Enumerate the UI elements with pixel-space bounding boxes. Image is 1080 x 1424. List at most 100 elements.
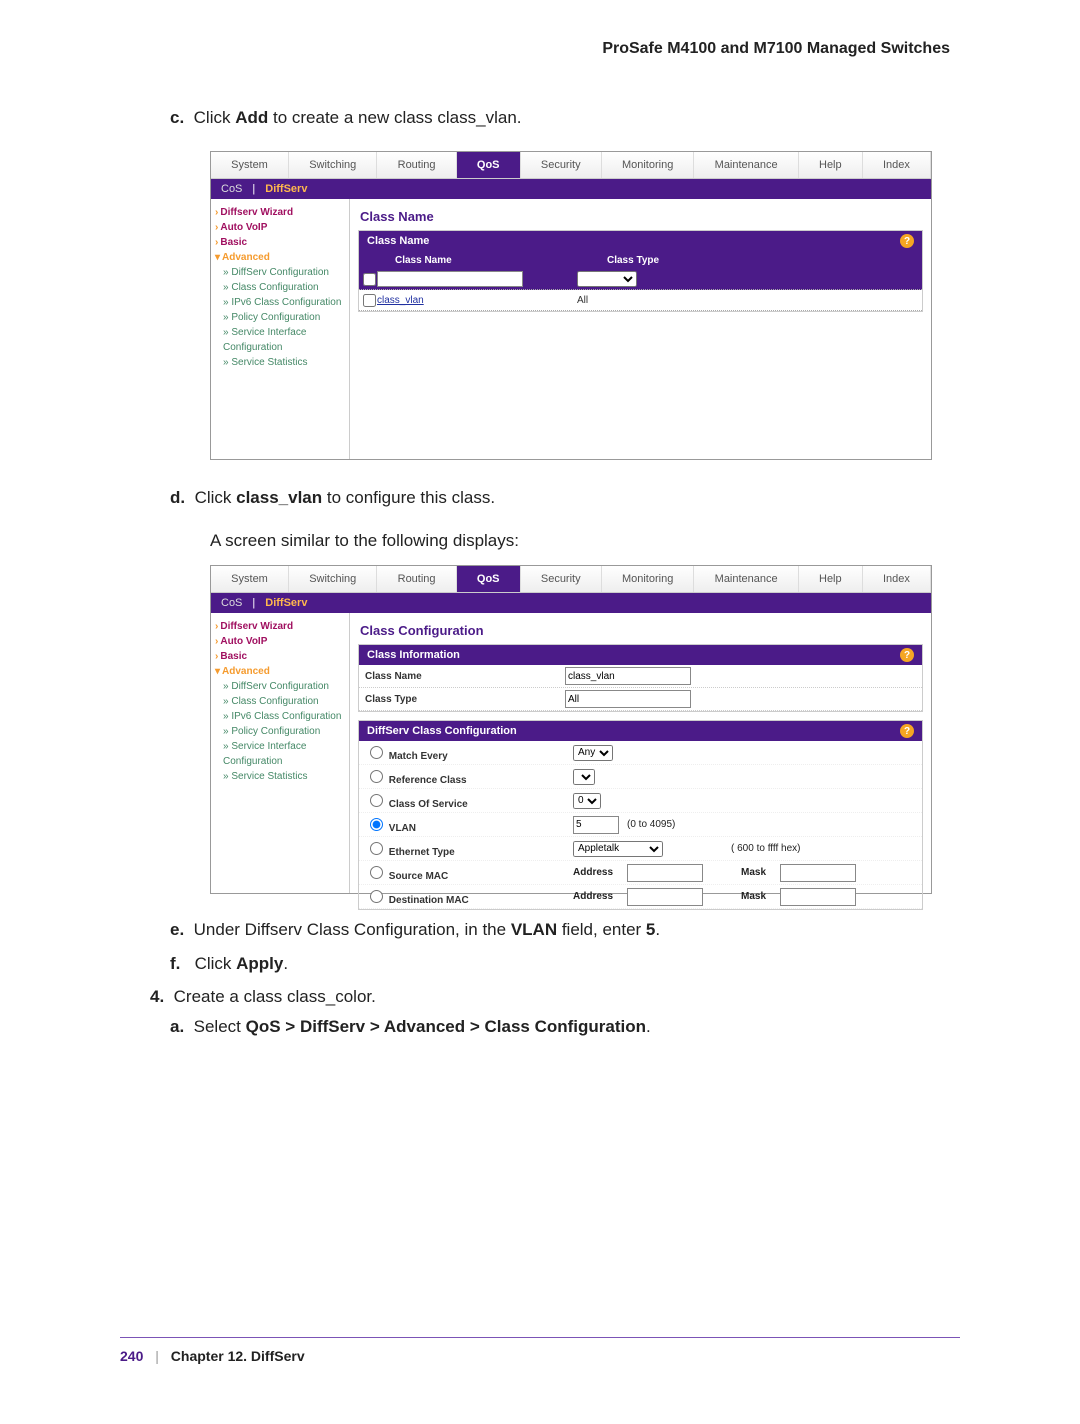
screenshot-class-config: System Switching Routing QoS Security Mo…	[210, 565, 932, 894]
side-nav-2: ›Diffserv Wizard ›Auto VoIP ›Basic ▾Adva…	[211, 613, 350, 893]
vlan-input[interactable]	[573, 816, 619, 834]
tab-routing[interactable]: Routing	[377, 152, 456, 178]
tab-monitoring-2[interactable]: Monitoring	[602, 566, 695, 592]
nav2-service-interface-config[interactable]: » Service Interface Configuration	[223, 739, 345, 769]
dst-mac-address[interactable]	[627, 888, 703, 906]
nav-diffserv-config[interactable]: » DiffServ Configuration	[223, 265, 345, 280]
tab-index[interactable]: Index	[863, 152, 931, 178]
radio-destination-mac[interactable]	[370, 890, 383, 903]
class-name-field[interactable]	[565, 667, 691, 685]
match-every-select[interactable]: Any	[573, 745, 613, 761]
panel-title-diffserv-cfg: DiffServ Class Configuration	[367, 725, 517, 737]
step-c-post: to create a new class class_vlan.	[273, 108, 522, 127]
dst-mac-mask[interactable]	[780, 888, 856, 906]
chapter-label: Chapter 12. DiffServ	[171, 1348, 305, 1364]
nav2-auto-voip[interactable]: ›Auto VoIP	[215, 634, 345, 649]
cos-select[interactable]: 0	[573, 793, 601, 809]
step-c: c. Click Add to create a new class class…	[170, 104, 960, 131]
lbl-class-name: Class Name	[365, 671, 565, 682]
tab-security-2[interactable]: Security	[521, 566, 602, 592]
tab-security[interactable]: Security	[521, 152, 602, 178]
nav2-diffserv-config[interactable]: » DiffServ Configuration	[223, 679, 345, 694]
eth-range: ( 600 to ffff hex)	[731, 843, 801, 854]
subtab-cos-2[interactable]: CoS	[221, 597, 242, 609]
nav2-basic[interactable]: ›Basic	[215, 649, 345, 664]
nav-service-interface-config[interactable]: » Service Interface Configuration	[223, 325, 345, 355]
nav2-service-statistics[interactable]: » Service Statistics	[223, 769, 345, 784]
ethernet-type-select[interactable]: Appletalk	[573, 841, 663, 857]
step-d-after: A screen similar to the following displa…	[210, 531, 960, 551]
subtab-cos[interactable]: CoS	[221, 183, 242, 195]
step-c-pre: Click	[194, 108, 236, 127]
nav2-class-config[interactable]: » Class Configuration	[223, 694, 345, 709]
step-d-prefix: d.	[170, 488, 185, 507]
tab-switching[interactable]: Switching	[289, 152, 377, 178]
nav2-diffserv-wizard[interactable]: ›Diffserv Wizard	[215, 619, 345, 634]
class-type-field	[565, 690, 691, 708]
tab-switching-2[interactable]: Switching	[289, 566, 377, 592]
row-select-all[interactable]	[363, 273, 376, 286]
radio-match-every[interactable]	[370, 746, 383, 759]
help-icon[interactable]: ?	[900, 234, 914, 248]
step-d: d. Click class_vlan to configure this cl…	[170, 484, 960, 511]
tab-monitoring[interactable]: Monitoring	[602, 152, 695, 178]
tab-maintenance-2[interactable]: Maintenance	[694, 566, 798, 592]
nav-basic[interactable]: ›Basic	[215, 235, 345, 250]
doc-header: ProSafe M4100 and M7100 Managed Switches	[120, 40, 960, 66]
class-name-panel: Class Name ? Class Name Class Type	[358, 230, 923, 312]
tab-index-2[interactable]: Index	[863, 566, 931, 592]
row1-type: All	[577, 295, 922, 306]
tab-system[interactable]: System	[211, 152, 289, 178]
radio-ethernet-type[interactable]	[370, 842, 383, 855]
radio-reference-class[interactable]	[370, 770, 383, 783]
screenshot-class-name: System Switching Routing QoS Security Mo…	[210, 151, 932, 460]
help-icon-3[interactable]: ?	[900, 724, 914, 738]
diffserv-class-config-panel: DiffServ Class Configuration ? Match Eve…	[358, 720, 923, 910]
src-mac-mask[interactable]	[780, 864, 856, 882]
src-addr-lbl: Address	[573, 867, 613, 878]
radio-source-mac[interactable]	[370, 866, 383, 879]
subtab-diffserv-2[interactable]: DiffServ	[265, 597, 307, 609]
nav-auto-voip[interactable]: ›Auto VoIP	[215, 220, 345, 235]
nav2-advanced[interactable]: ▾Advanced	[215, 664, 345, 679]
radio-cos[interactable]	[370, 794, 383, 807]
tab-maintenance[interactable]: Maintenance	[694, 152, 798, 178]
sub-tab-bar-2: CoS | DiffServ	[211, 593, 931, 613]
nav-class-config[interactable]: » Class Configuration	[223, 280, 345, 295]
step-d-post: to configure this class.	[327, 488, 495, 507]
tab-help[interactable]: Help	[799, 152, 863, 178]
step-f: f. Click Apply.	[170, 950, 960, 977]
step-c-prefix: c.	[170, 108, 184, 127]
class-type-select[interactable]	[577, 271, 637, 287]
nav-service-statistics[interactable]: » Service Statistics	[223, 355, 345, 370]
nav-advanced[interactable]: ▾Advanced	[215, 250, 345, 265]
nav-diffserv-wizard[interactable]: ›Diffserv Wizard	[215, 205, 345, 220]
row-select-1[interactable]	[363, 294, 376, 307]
reference-class-select[interactable]	[573, 769, 595, 785]
col-class-type: Class Type	[601, 255, 922, 266]
nav2-ipv6-class-config[interactable]: » IPv6 Class Configuration	[223, 709, 345, 724]
radio-vlan[interactable]	[370, 818, 383, 831]
step-c-bold: Add	[235, 108, 268, 127]
nav-ipv6-class-config[interactable]: » IPv6 Class Configuration	[223, 295, 345, 310]
src-mac-address[interactable]	[627, 864, 703, 882]
class-name-input[interactable]	[377, 271, 523, 287]
help-icon-2[interactable]: ?	[900, 648, 914, 662]
page-footer: 240 | Chapter 12. DiffServ	[120, 1338, 960, 1364]
side-nav: ›Diffserv Wizard ›Auto VoIP ›Basic ▾Adva…	[211, 199, 350, 459]
tab-qos-2[interactable]: QoS	[457, 566, 521, 592]
tab-qos[interactable]: QoS	[457, 152, 521, 178]
nav-policy-config[interactable]: » Policy Configuration	[223, 310, 345, 325]
nav2-policy-config[interactable]: » Policy Configuration	[223, 724, 345, 739]
tab-routing-2[interactable]: Routing	[377, 566, 456, 592]
panel-title: Class Name	[367, 235, 429, 247]
step-4: 4. Create a class class_color.	[150, 987, 960, 1007]
tab-help-2[interactable]: Help	[799, 566, 863, 592]
dst-addr-lbl: Address	[573, 891, 613, 902]
vlan-range: (0 to 4095)	[627, 819, 675, 830]
step-a: a. Select QoS > DiffServ > Advanced > Cl…	[170, 1017, 960, 1037]
step-d-bold: class_vlan	[236, 488, 322, 507]
class-vlan-link[interactable]: class_vlan	[377, 295, 424, 306]
subtab-diffserv[interactable]: DiffServ	[265, 183, 307, 195]
tab-system-2[interactable]: System	[211, 566, 289, 592]
